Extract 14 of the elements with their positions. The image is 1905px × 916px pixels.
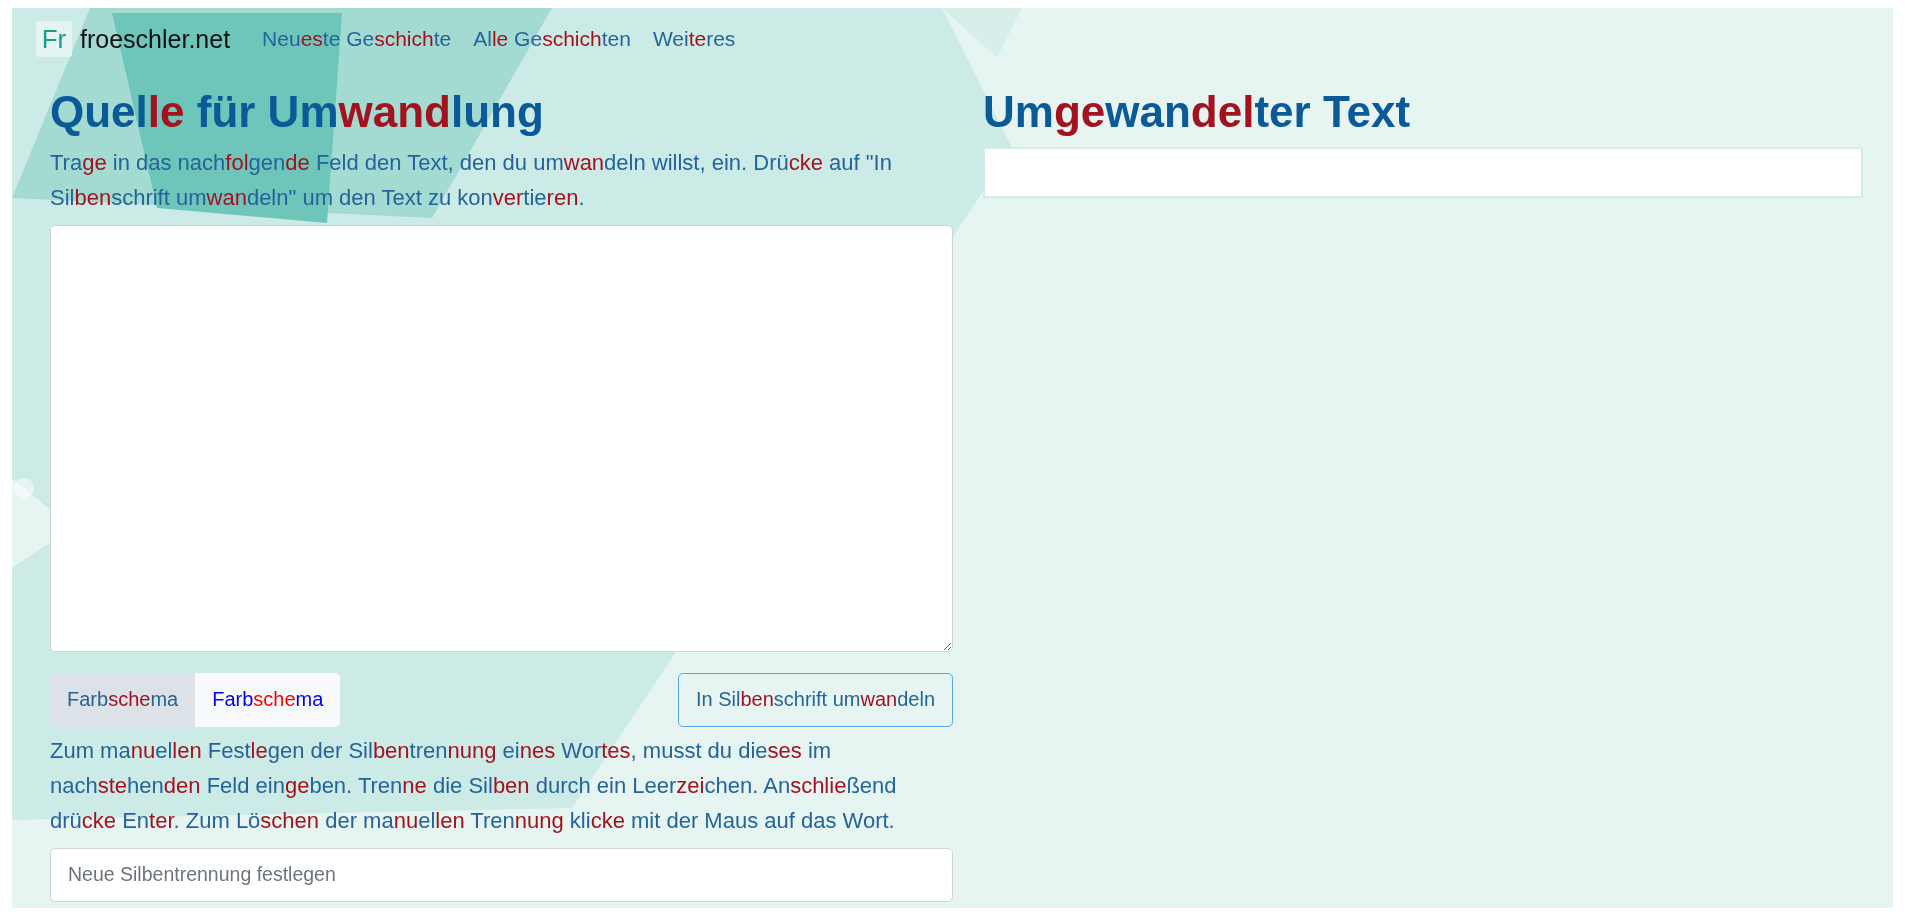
color-scheme-button[interactable]: Farbschema [195, 672, 341, 727]
section-heading: Umgewandelter Text [983, 86, 1412, 138]
site-name[interactable]: froeschler.net [80, 24, 231, 54]
instruction-text: Trage in das nachfolgende Feld den Text, den du umwandeln willst, ein. Drücke auf "In Silbenschrift umwandeln" um den Text zu konvertieren. [50, 148, 893, 212]
convert-button[interactable]: In Silbenschrift umwandeln [677, 672, 953, 727]
source-text-area[interactable] [50, 224, 953, 652]
nav-link[interactable]: Neueste Geschichte [262, 27, 452, 51]
hyphenation-input-field[interactable]: Neue Silbentrennung festlegen [50, 847, 953, 902]
hyphenation-help-text: Zum manuellen Festlegen der Silbentrennung eines Wortes, musst du dieses im nachstehenden Feld eingeben. Trenne die Silben durch ein Leerzeichen. Anschließend drücke Enter. Zum Löschen der manuellen Trennung klicke mit der Maus auf das Wort. [50, 736, 898, 835]
nav-link[interactable]: Weiteres [652, 27, 736, 51]
nav-link[interactable]: Alle Geschichten [473, 27, 631, 51]
section-heading: Quelle für Umwandlung [50, 86, 545, 138]
color-scheme-button[interactable]: Farbschema [50, 672, 196, 727]
background-dot [14, 478, 34, 498]
